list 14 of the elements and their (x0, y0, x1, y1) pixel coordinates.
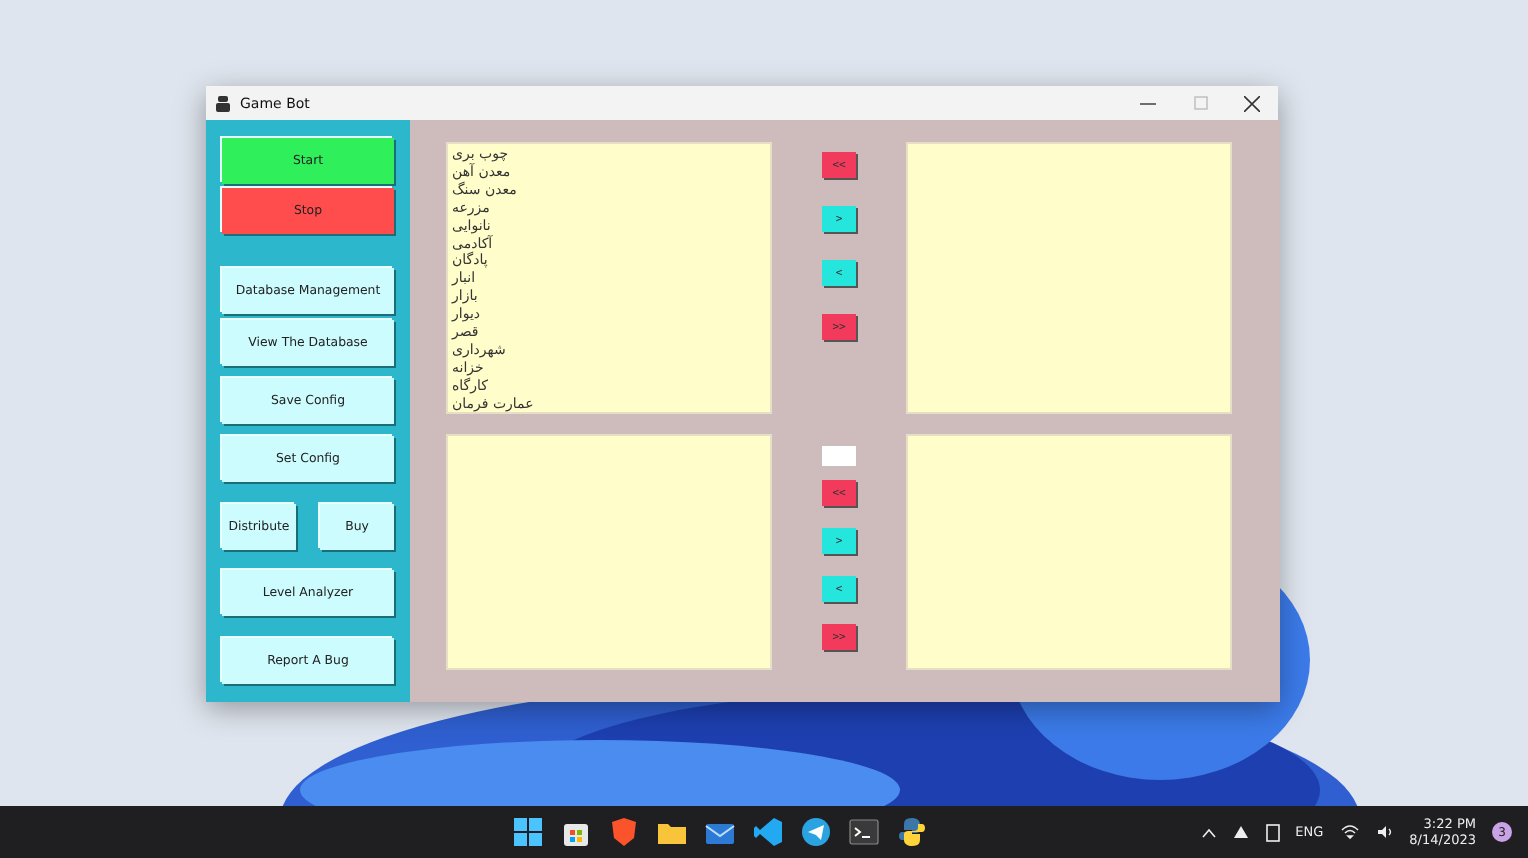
start-icon[interactable] (512, 816, 545, 848)
shield-icon[interactable] (608, 816, 641, 848)
code-editor-icon[interactable] (752, 816, 785, 848)
tablet-icon[interactable] (1265, 823, 1280, 841)
app-icon (216, 95, 230, 111)
maximize-icon (1193, 96, 1207, 110)
chevron-up-icon[interactable] (1201, 827, 1216, 837)
speaker-icon[interactable] (1375, 824, 1394, 840)
terminal-icon[interactable] (848, 816, 881, 848)
close-icon (1244, 95, 1260, 111)
paper-plane-icon[interactable] (800, 816, 833, 848)
python-icon[interactable] (896, 816, 929, 848)
text-field[interactable] (822, 446, 856, 466)
wifi-icon[interactable] (1339, 824, 1360, 840)
